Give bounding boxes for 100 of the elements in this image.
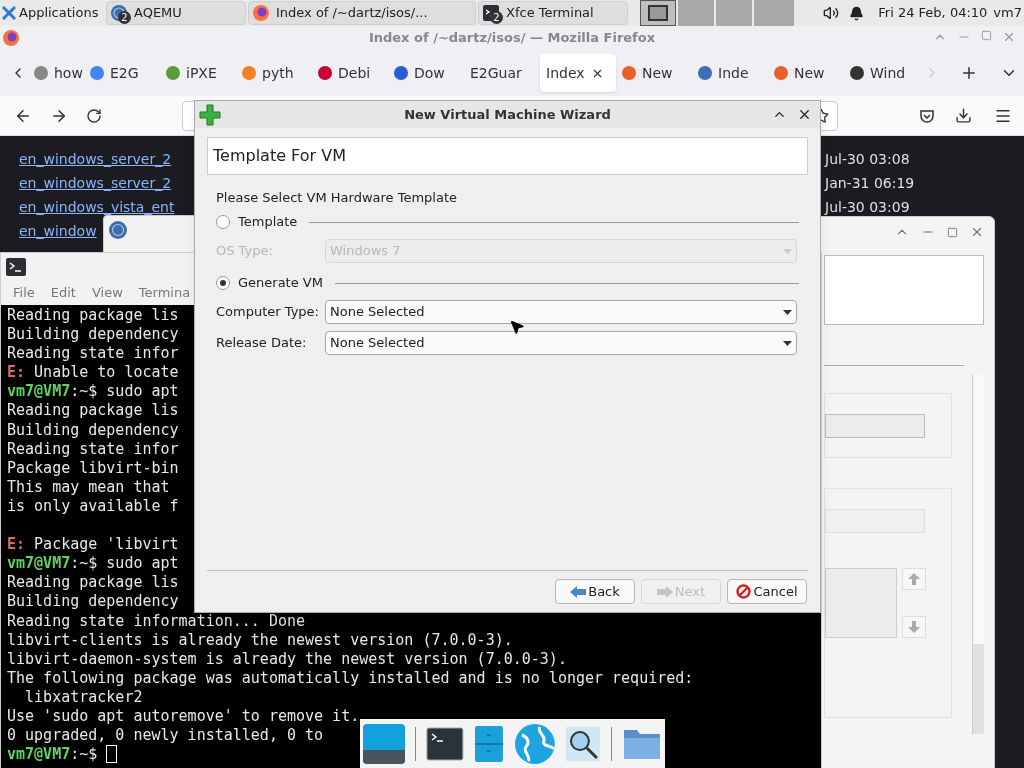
- terminal-line: vm7@VM7:~$ sudo apt: [7, 382, 179, 402]
- x-logo-icon: [2, 6, 16, 20]
- wizard-button[interactable]: Cancel: [727, 579, 807, 604]
- download-icon[interactable]: [955, 107, 972, 124]
- modified-date: Jan-31 06:19: [825, 173, 915, 193]
- file-link[interactable]: en_windows_vista_ent: [19, 196, 175, 218]
- terminal-line: Use 'sudo apt autoremove' to remove it.: [7, 706, 360, 727]
- terminal-line: The following package was automatically installed and is no longer required:: [7, 668, 694, 688]
- window-count-badge: 2: [118, 11, 131, 24]
- dropdown-arrow-icon: [783, 309, 792, 315]
- terminal-line: 0 upgraded, 0 newly installed, 0 to: [7, 726, 324, 746]
- browser-tab[interactable]: Debi: [312, 54, 388, 92]
- terminal-line: This may mean that: [7, 477, 170, 497]
- menu-item[interactable]: Edit: [50, 283, 76, 303]
- menu-item[interactable]: Termina: [138, 283, 191, 303]
- dropdown-arrow-icon: [783, 340, 792, 346]
- right-arrow-icon: [656, 585, 673, 598]
- workspace-thumbnail[interactable]: [678, 0, 714, 26]
- instruction-text: Please Select VM Hardware Template: [216, 189, 458, 206]
- workspace-thumbnail[interactable]: [716, 0, 752, 26]
- browser-tab[interactable]: E2Guar: [464, 54, 540, 92]
- terminal-icon[interactable]: [425, 726, 464, 761]
- menu-item[interactable]: View: [91, 283, 123, 303]
- terminal-line: Reading package lis: [7, 306, 179, 326]
- stop-icon: [736, 584, 752, 599]
- taskbar-button[interactable]: 2 Xfce Terminal: [478, 1, 628, 25]
- globe-icon[interactable]: [513, 722, 556, 765]
- field-label: Computer Type:: [216, 303, 320, 322]
- page-heading: Template For VM: [207, 137, 808, 175]
- file-cabinet-icon[interactable]: [473, 724, 504, 763]
- terminal-line: Reading package lis: [7, 401, 179, 421]
- taskbar-button[interactable]: Index of /~dartz/isos/...: [248, 1, 476, 25]
- terminal-line: Reading state information... Done: [7, 611, 305, 631]
- scrollbar[interactable]: [972, 374, 984, 734]
- volume-icon[interactable]: [823, 5, 840, 21]
- terminal-line: libvirt-clients is already the newest version (7.0.0-3).: [7, 630, 513, 650]
- terminal-line: vm7@VM7:~$ sudo apt: [7, 554, 179, 574]
- terminal-line: vm7@VM7:~$: [7, 745, 118, 765]
- globe-icon: [108, 220, 128, 240]
- radio-label[interactable]: Template: [238, 212, 298, 232]
- terminal-line: libxatracker2: [24, 687, 143, 707]
- clock[interactable]: Fri 24 Feb, 04:10: [878, 3, 988, 23]
- pocket-icon[interactable]: [919, 107, 935, 124]
- browser-tab[interactable]: Inde: [692, 54, 768, 92]
- browser-tab[interactable]: Wind: [844, 54, 920, 92]
- desktop-icon[interactable]: [363, 723, 405, 764]
- browser-tab[interactable]: New: [616, 54, 692, 92]
- modified-date: Jul-30 03:08: [825, 149, 910, 169]
- field-label: Release Date:: [216, 334, 308, 353]
- file-link[interactable]: en_windows_server_2: [19, 172, 172, 194]
- terminal-icon: [5, 257, 27, 277]
- workspace-thumbnail[interactable]: [640, 0, 676, 26]
- reload-icon[interactable]: [86, 107, 102, 124]
- dropdown-arrow-icon: [783, 248, 792, 254]
- terminal-line: is only available f: [7, 496, 179, 517]
- file-link[interactable]: en_windows_server_2: [19, 148, 172, 170]
- user-name[interactable]: vm7: [993, 3, 1022, 23]
- dropdown[interactable]: None Selected: [325, 331, 797, 355]
- terminal-line: Building dependency: [7, 592, 179, 612]
- terminal-line: Reading state infor: [7, 344, 179, 364]
- radio-button[interactable]: [216, 215, 230, 229]
- dropdown[interactable]: None Selected: [325, 300, 797, 324]
- terminal-line: E: Package 'libvirt: [7, 535, 179, 555]
- browser-tab[interactable]: pyth: [236, 54, 312, 92]
- browser-tab[interactable]: E2G: [84, 54, 160, 92]
- left-arrow-icon: [570, 585, 587, 598]
- terminal-line: E: Unable to locate: [7, 363, 179, 383]
- menu-item[interactable]: File: [13, 283, 35, 303]
- terminal-line: Reading state infor: [7, 439, 179, 459]
- file-link[interactable]: en_window: [19, 220, 97, 242]
- fox-icon: [252, 4, 270, 22]
- down-arrow-icon: [908, 621, 920, 633]
- maximize-icon[interactable]: [947, 226, 958, 238]
- new-tab-icon[interactable]: [960, 64, 978, 82]
- window-count-badge: 2: [490, 11, 503, 24]
- terminal-line: Package libvirt-bin: [7, 458, 179, 478]
- dialog-title: New Virtual Machine Wizard: [404, 105, 611, 124]
- workspace-thumbnail[interactable]: [754, 0, 794, 26]
- mouse-pointer-icon: [509, 319, 525, 335]
- taskbar-button[interactable]: 2 AQEMU: [106, 1, 246, 25]
- search-icon[interactable]: [565, 725, 602, 762]
- wizard-button[interactable]: Back: [555, 579, 635, 604]
- window-title: Index of /~dartz/isos/ — Mozilla Firefox: [368, 29, 656, 48]
- browser-tab[interactable]: how: [28, 54, 84, 92]
- browser-tab[interactable]: New: [768, 54, 844, 92]
- radio-button[interactable]: [216, 276, 230, 290]
- close-icon[interactable]: [797, 107, 812, 122]
- fox-icon: [2, 29, 20, 47]
- terminal-line: libvirt-daemon-system is already the newest version (7.0.0-3).: [7, 649, 567, 669]
- terminal-line: Reading package lis: [7, 573, 179, 593]
- plus-icon: [199, 104, 221, 126]
- browser-tab[interactable]: Index: [540, 54, 616, 92]
- notification-icon[interactable]: [849, 5, 865, 21]
- browser-tab[interactable]: iPXE: [160, 54, 236, 92]
- radio-label[interactable]: Generate VM: [238, 273, 323, 293]
- browser-tab[interactable]: Dow: [388, 54, 464, 92]
- terminal-line: Building dependency: [7, 420, 179, 440]
- terminal-line: Building dependency: [7, 325, 179, 345]
- applications-menu[interactable]: Applications: [0, 3, 104, 23]
- up-arrow-icon: [908, 573, 920, 585]
